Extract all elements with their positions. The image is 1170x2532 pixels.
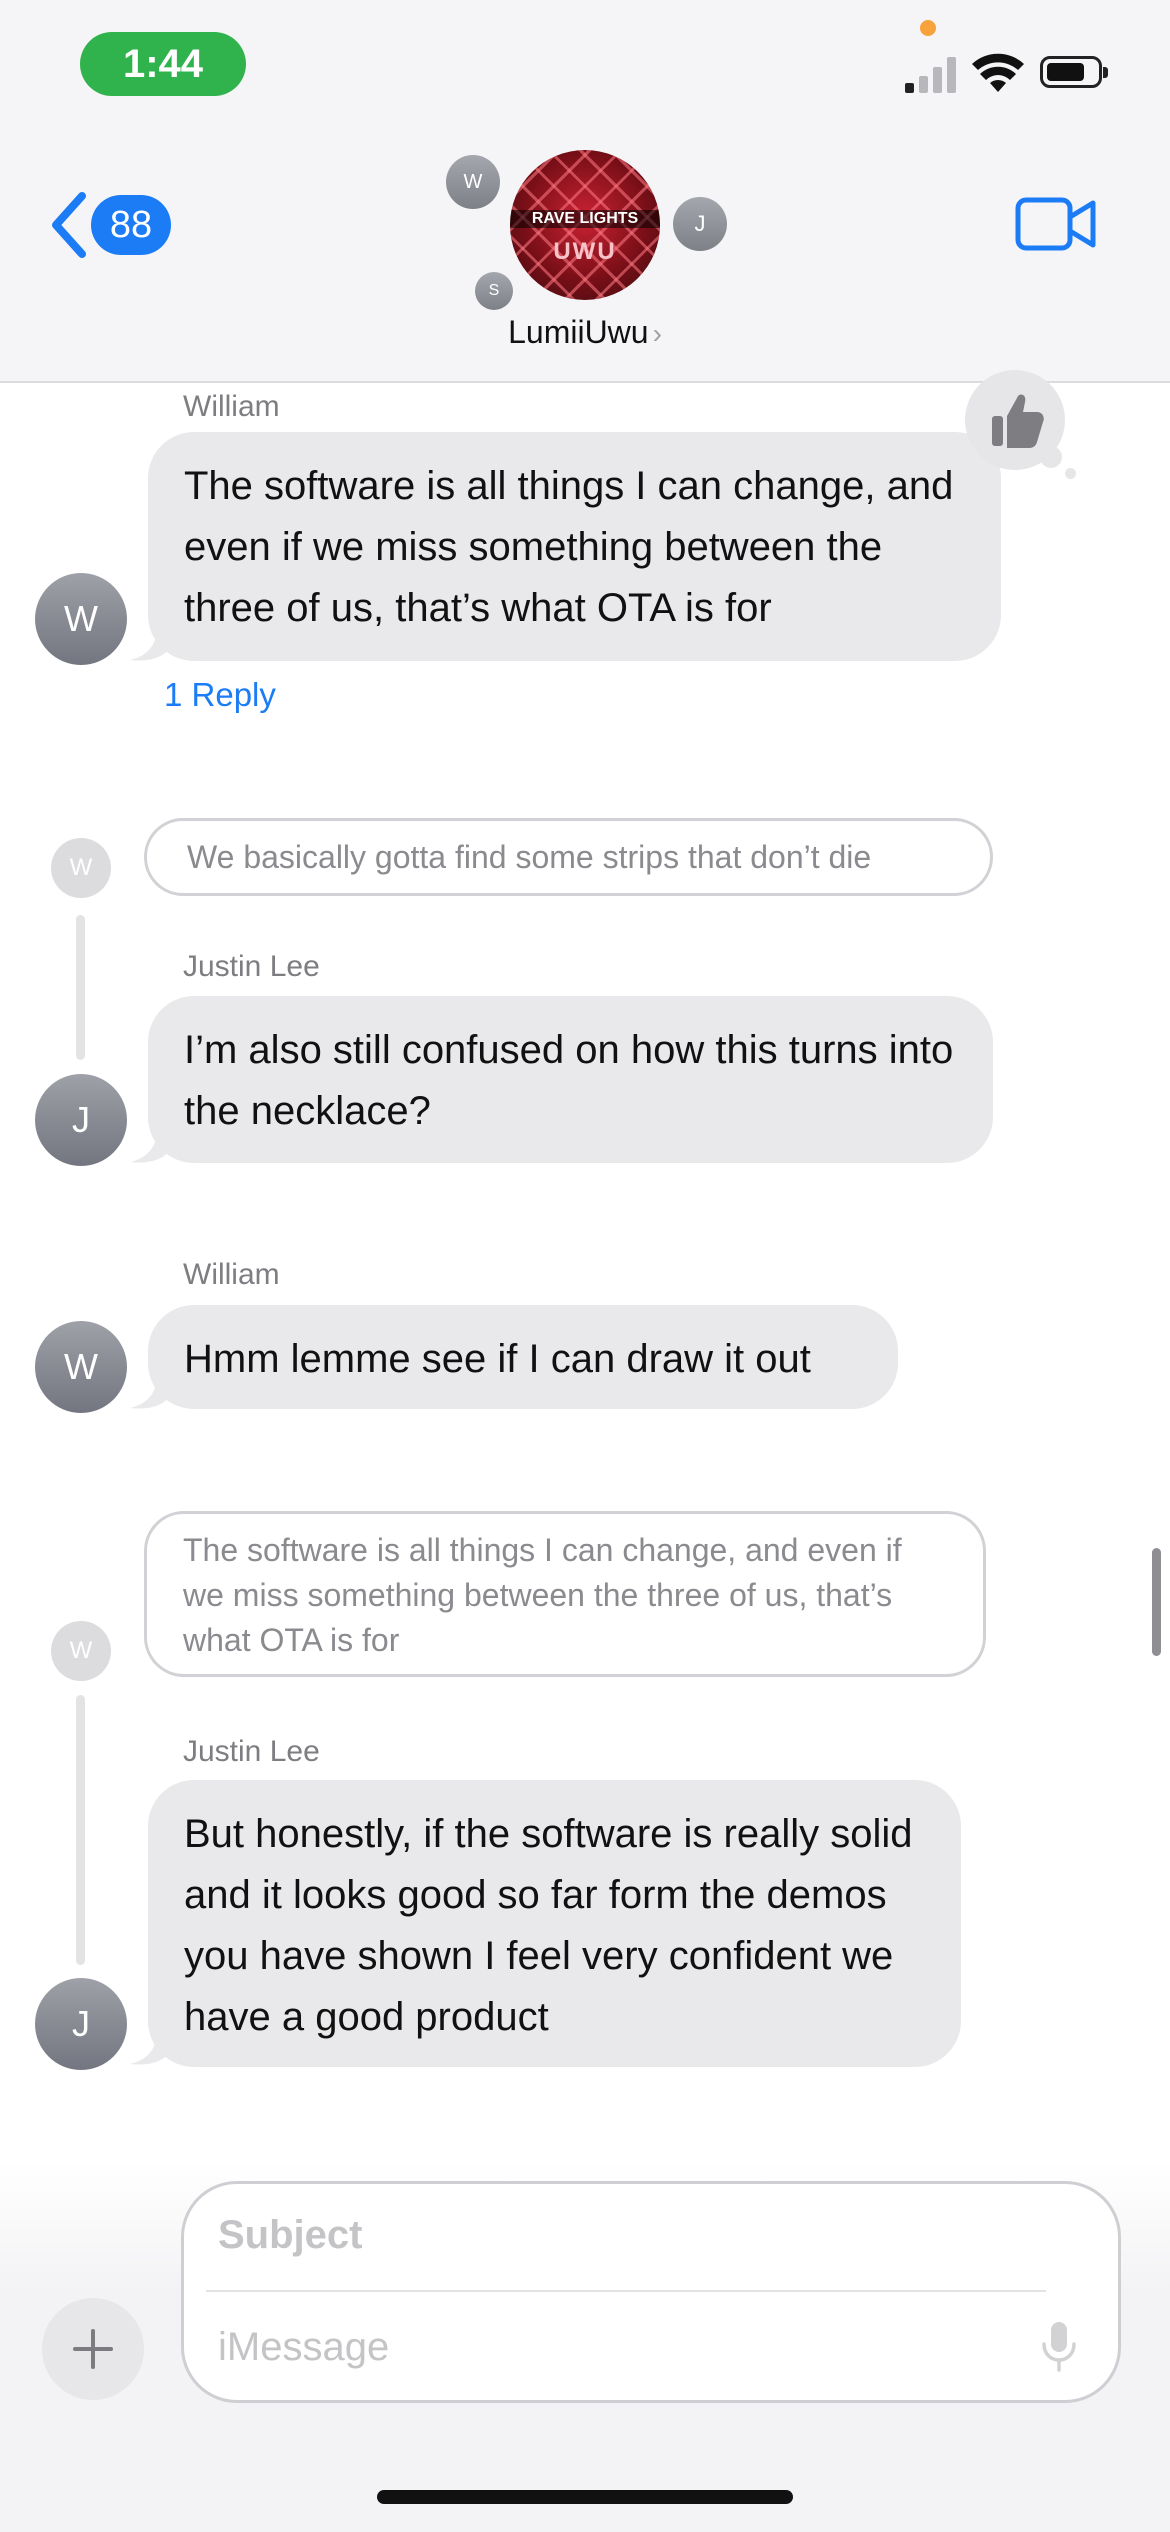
scroll-indicator[interactable] [1152,1548,1161,1656]
compose-divider [206,2290,1046,2292]
back-button-unread-badge[interactable]: 88 [91,195,171,255]
wifi-icon [972,53,1024,92]
microphone-icon[interactable] [1040,2318,1078,2374]
sender-avatar[interactable]: W [35,1321,127,1413]
chevron-right-icon: › [652,318,662,349]
subject-field[interactable]: Subject [218,2213,362,2258]
group-avatar-subtitle: UWU [553,238,617,265]
cellular-signal-icon [905,55,957,93]
quoted-message[interactable]: We basically gotta find some strips that… [144,818,993,896]
back-chevron-icon[interactable] [48,190,88,260]
tapback-tail-dot [1065,468,1076,479]
message-sender: Justin Lee [183,1735,320,1768]
group-name[interactable]: LumiiUwu › [470,314,700,351]
quoted-message[interactable]: The software is all things I can change,… [144,1511,986,1677]
participant-avatar-w: W [446,155,500,209]
quoted-avatar: W [51,1621,111,1681]
group-avatar[interactable]: RAVE LIGHTS UWU [510,150,660,300]
plus-icon [73,2329,113,2369]
thread-line [76,1695,85,1965]
tapback-tail-dot [1040,446,1062,468]
participant-avatar-j: J [673,197,727,251]
sender-avatar[interactable]: W [35,573,127,665]
message-bubble[interactable]: Hmm lemme see if I can draw it out [148,1305,898,1409]
message-bubble[interactable]: The software is all things I can change,… [148,432,1001,661]
battery-icon [1040,56,1108,88]
message-input[interactable]: iMessage [218,2325,389,2370]
message-sender: William [183,1258,280,1291]
add-attachment-button[interactable] [42,2298,144,2400]
thread-reply-link[interactable]: 1 Reply [164,676,276,714]
home-indicator[interactable] [377,2490,793,2504]
message-bubble[interactable]: I’m also still confused on how this turn… [148,996,993,1163]
message-bubble[interactable]: But honestly, if the software is really … [148,1780,961,2067]
thread-line [76,915,85,1060]
facetime-video-icon[interactable] [1015,195,1097,253]
group-name-label: LumiiUwu [508,314,649,350]
group-avatar-title: RAVE LIGHTS [510,210,660,228]
privacy-indicator-dot [920,20,936,36]
quoted-avatar: W [51,838,111,898]
sender-avatar[interactable]: J [35,1978,127,2070]
message-sender: William [183,390,280,423]
status-time: 1:44 [80,32,246,96]
sender-avatar[interactable]: J [35,1074,127,1166]
message-sender: Justin Lee [183,950,320,983]
participant-avatar-s: S [475,272,513,310]
